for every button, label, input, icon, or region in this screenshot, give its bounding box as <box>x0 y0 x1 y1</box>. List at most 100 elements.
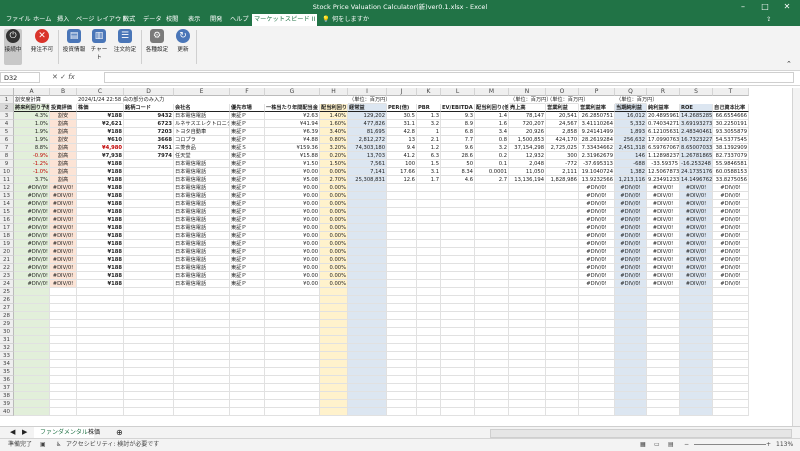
maximize-icon[interactable]: □ <box>754 0 776 14</box>
empty-cell[interactable] <box>77 344 124 352</box>
empty-cell[interactable] <box>387 288 417 296</box>
empty-cell[interactable] <box>441 304 475 312</box>
empty-cell[interactable] <box>348 352 387 360</box>
investment-info-button[interactable]: ▤ 投資情報 <box>62 29 86 53</box>
empty-cell[interactable] <box>441 400 475 408</box>
data-cell[interactable]: #DIV/0! <box>713 240 749 248</box>
empty-cell[interactable] <box>124 296 174 304</box>
empty-cell[interactable] <box>441 344 475 352</box>
column-header[interactable]: Q <box>615 88 647 96</box>
data-cell[interactable]: 30.2250191 <box>713 120 749 128</box>
empty-cell[interactable] <box>579 408 615 416</box>
data-cell[interactable]: #DIV/0! <box>680 232 713 240</box>
empty-cell[interactable] <box>680 344 713 352</box>
data-cell[interactable]: #DIV/0! <box>713 192 749 200</box>
empty-cell[interactable] <box>647 312 680 320</box>
row-header[interactable]: 35 <box>0 368 14 376</box>
data-cell[interactable]: 0.00% <box>320 216 348 224</box>
empty-cell[interactable] <box>417 344 441 352</box>
row-header[interactable]: 5 <box>0 128 14 136</box>
empty-cell[interactable] <box>387 328 417 336</box>
empty-cell[interactable] <box>50 376 77 384</box>
empty-cell[interactable] <box>348 208 387 216</box>
empty-cell[interactable] <box>441 272 475 280</box>
empty-cell[interactable] <box>417 288 441 296</box>
data-cell[interactable]: #DIV/0! <box>14 232 50 240</box>
empty-cell[interactable] <box>441 376 475 384</box>
data-cell[interactable]: 東証Ｐ <box>230 280 265 288</box>
empty-cell[interactable] <box>475 184 509 192</box>
data-cell[interactable]: ¥188 <box>77 168 124 176</box>
zoom-slider[interactable] <box>694 444 766 445</box>
share-icon[interactable]: ⇪ <box>764 14 773 26</box>
data-cell[interactable]: #DIV/0! <box>50 272 77 280</box>
function-icon[interactable]: fx <box>68 73 75 81</box>
empty-cell[interactable] <box>680 336 713 344</box>
row-header[interactable]: 20 <box>0 248 14 256</box>
data-cell[interactable]: 0.00% <box>320 168 348 176</box>
empty-cell[interactable] <box>579 376 615 384</box>
data-cell[interactable]: 0.74034271 <box>647 120 680 128</box>
empty-cell[interactable] <box>417 384 441 392</box>
empty-cell[interactable] <box>615 288 647 296</box>
empty-cell[interactable] <box>14 296 50 304</box>
empty-cell[interactable] <box>475 312 509 320</box>
data-cell[interactable]: #DIV/0! <box>713 232 749 240</box>
data-cell[interactable]: 8.65007033 <box>680 144 713 152</box>
normal-view-icon[interactable]: ▦ <box>640 439 646 451</box>
column-header[interactable]: A <box>14 88 50 96</box>
data-cell[interactable]: 3.7% <box>14 176 50 184</box>
empty-cell[interactable] <box>230 328 265 336</box>
chart-button[interactable]: ▥ チャート <box>88 29 110 61</box>
data-cell[interactable]: 日本電信電話 <box>174 272 230 280</box>
empty-cell[interactable] <box>14 344 50 352</box>
empty-cell[interactable] <box>14 328 50 336</box>
data-cell[interactable]: 31.1 <box>387 120 417 128</box>
empty-cell[interactable] <box>475 272 509 280</box>
row-header[interactable]: 19 <box>0 240 14 248</box>
empty-cell[interactable] <box>348 320 387 328</box>
data-cell[interactable]: 2,812,272 <box>348 136 387 144</box>
empty-cell[interactable] <box>174 328 230 336</box>
row-header[interactable]: 26 <box>0 296 14 304</box>
empty-cell[interactable] <box>680 352 713 360</box>
column-header[interactable]: K <box>417 88 441 96</box>
data-cell[interactable]: 日本電信電話 <box>174 216 230 224</box>
data-cell[interactable]: 6.12105631 <box>647 128 680 136</box>
data-cell[interactable]: #DIV/0! <box>579 224 615 232</box>
empty-cell[interactable] <box>348 232 387 240</box>
row-header[interactable]: 25 <box>0 288 14 296</box>
data-cell[interactable]: 東証Ｓ <box>230 144 265 152</box>
data-cell[interactable]: 割安 <box>50 136 77 144</box>
empty-cell[interactable] <box>124 240 174 248</box>
data-cell[interactable] <box>124 168 174 176</box>
data-cell[interactable]: 1.60% <box>320 120 348 128</box>
data-cell[interactable]: 0.00% <box>320 224 348 232</box>
empty-cell[interactable] <box>174 360 230 368</box>
empty-cell[interactable] <box>348 336 387 344</box>
empty-cell[interactable] <box>509 328 546 336</box>
page-break-view-icon[interactable]: ▤ <box>668 439 674 451</box>
data-cell[interactable]: ¥188 <box>77 264 124 272</box>
row-header[interactable]: 4 <box>0 120 14 128</box>
empty-cell[interactable] <box>387 344 417 352</box>
data-cell[interactable]: 8.8% <box>14 144 50 152</box>
empty-cell[interactable] <box>475 408 509 416</box>
empty-cell[interactable] <box>615 344 647 352</box>
empty-cell[interactable] <box>50 288 77 296</box>
empty-cell[interactable] <box>647 384 680 392</box>
empty-cell[interactable] <box>387 296 417 304</box>
empty-cell[interactable] <box>509 312 546 320</box>
empty-cell[interactable] <box>509 352 546 360</box>
empty-cell[interactable] <box>475 232 509 240</box>
empty-cell[interactable] <box>320 384 348 392</box>
data-cell[interactable]: ¥0.00 <box>265 216 320 224</box>
data-cell[interactable]: #DIV/0! <box>615 280 647 288</box>
empty-cell[interactable] <box>387 352 417 360</box>
data-cell[interactable]: #DIV/0! <box>615 216 647 224</box>
empty-cell[interactable] <box>475 216 509 224</box>
data-cell[interactable]: ¥188 <box>77 176 124 184</box>
empty-cell[interactable] <box>174 368 230 376</box>
data-cell[interactable]: ¥0.00 <box>265 192 320 200</box>
tab-data[interactable]: データ <box>141 14 164 26</box>
